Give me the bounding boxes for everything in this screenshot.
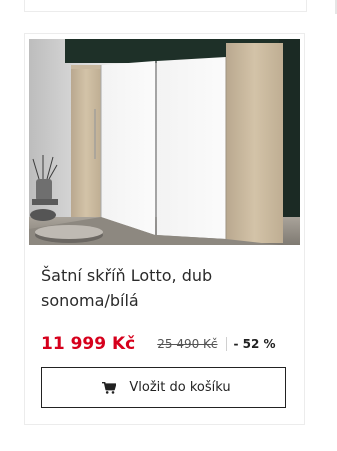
add-to-cart-button[interactable]: Vložit do košíku xyxy=(41,367,286,408)
price-row: 11 999 Kč 25 490 Kč - 52 % xyxy=(41,333,276,355)
product-title[interactable]: Šatní skříň Lotto, dub sonoma/bílá xyxy=(41,263,281,313)
current-price: 11 999 Kč xyxy=(41,334,136,354)
product-card: Šatní skříň Lotto, dub sonoma/bílá 11 99… xyxy=(24,33,305,425)
add-to-cart-label: Vložit do košíku xyxy=(129,380,231,395)
previous-product-card xyxy=(24,0,307,12)
product-image[interactable] xyxy=(29,39,300,245)
price-separator xyxy=(225,337,227,351)
old-price: 25 490 Kč xyxy=(157,337,218,351)
discount-badge: - 52 % xyxy=(233,337,276,351)
cart-icon xyxy=(102,381,117,394)
wardrobe-photo-illustration xyxy=(29,39,300,245)
